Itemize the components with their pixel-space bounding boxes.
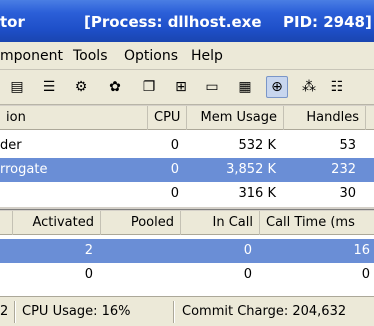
row-activated: 0 (84, 267, 93, 282)
toolbar: ▤ ☰ ⚙ ✿ ❐ ⊞ ▭ ▦ ⊕ ⁂ ☷ (0, 70, 374, 105)
app-title: tor (0, 13, 25, 31)
tree-icon[interactable]: ▤ (6, 76, 28, 98)
com-table-header: Activated Pooled In Call Call Time (ms (0, 211, 374, 235)
row-call-time: 0 (361, 267, 370, 282)
menu-bar: mponent Tools Options Help (0, 42, 374, 70)
properties-icon[interactable]: ☰ (38, 76, 60, 98)
status-separator (173, 301, 175, 323)
settings-icon[interactable]: ✿ (104, 76, 126, 98)
row-name: der (0, 138, 22, 153)
col-pooled[interactable]: Pooled (101, 211, 181, 235)
table-row[interactable]: 0 0 0 (0, 263, 374, 287)
copy-icon[interactable]: ❐ (138, 76, 160, 98)
tree-view-icon[interactable]: ⊞ (170, 76, 192, 98)
memory-icon[interactable]: ▭ (201, 76, 223, 98)
status-count: 2 (0, 304, 9, 319)
window-icon[interactable]: ▦ (234, 76, 256, 98)
col-mem-usage[interactable]: Mem Usage (187, 106, 284, 130)
col-cpu[interactable]: CPU (148, 106, 187, 130)
status-cpu: CPU Usage: 16% (22, 304, 131, 319)
stack-icon[interactable]: ⁂ (298, 76, 320, 98)
status-separator (14, 301, 16, 323)
row-handles: 53 (339, 138, 356, 153)
row-mem: 532 K (238, 138, 276, 153)
row-cpu: 0 (170, 138, 179, 153)
row-activated: 2 (84, 243, 93, 258)
com-table: Activated Pooled In Call Call Time (ms 2… (0, 211, 374, 296)
menu-options[interactable]: Options (124, 48, 178, 64)
list-icon[interactable]: ☷ (326, 76, 348, 98)
menu-tools[interactable]: Tools (73, 48, 108, 64)
process-table-header: ion CPU Mem Usage Handles (0, 106, 374, 130)
row-in-call: 0 (243, 243, 252, 258)
col-in-call[interactable]: In Call (181, 211, 260, 235)
table-row-selected[interactable]: rrogate 0 3,852 K 232 (0, 158, 374, 182)
table-row-selected[interactable]: 2 0 16 (0, 239, 374, 263)
row-cpu: 0 (170, 162, 179, 177)
pid-title: PID: 2948] (283, 13, 372, 31)
row-call-time: 16 (353, 243, 370, 258)
menu-help[interactable]: Help (191, 48, 223, 64)
menu-component[interactable]: mponent (0, 48, 63, 64)
col-activated[interactable]: Activated (8, 211, 101, 235)
row-handles: 30 (339, 186, 356, 201)
table-row[interactable]: 0 316 K 30 (0, 182, 374, 206)
row-name: rrogate (0, 162, 48, 177)
col-handles[interactable]: Handles (284, 106, 366, 130)
col-description[interactable]: ion (0, 106, 148, 130)
process-table: ion CPU Mem Usage Handles der 0 532 K 53… (0, 106, 374, 206)
title-bar: tor [Process: dllhost.exe PID: 2948] (0, 0, 374, 42)
col-call-time[interactable]: Call Time (ms (260, 211, 374, 235)
row-in-call: 0 (243, 267, 252, 282)
row-mem: 316 K (238, 186, 276, 201)
status-commit: Commit Charge: 204,632 (182, 304, 347, 319)
cpu-icon[interactable]: ⊕ (266, 76, 288, 98)
gear-icon[interactable]: ⚙ (70, 76, 92, 98)
status-bar: 2 CPU Usage: 16% Commit Charge: 204,632 (0, 296, 374, 326)
table-row[interactable]: der 0 532 K 53 (0, 134, 374, 158)
row-mem: 3,852 K (226, 162, 276, 177)
process-title: [Process: dllhost.exe (84, 13, 262, 31)
pane-splitter[interactable] (0, 206, 374, 210)
row-cpu: 0 (170, 186, 179, 201)
row-handles: 232 (331, 162, 356, 177)
